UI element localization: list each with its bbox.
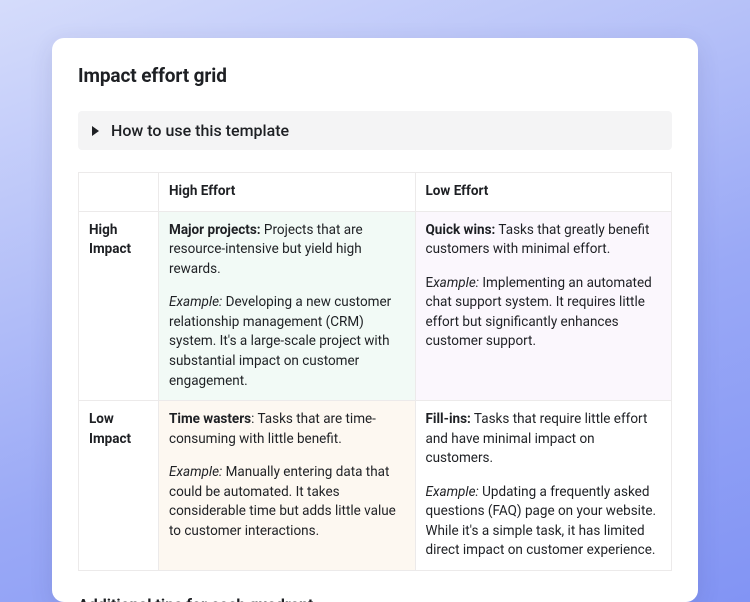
row-header-low-impact: Low Impact — [79, 401, 159, 571]
row-header-high-impact: High Impact — [79, 211, 159, 401]
triangle-right-icon — [92, 126, 99, 136]
cell-example-label: Example: — [426, 484, 479, 500]
cell-lead-bold: Major projects: — [169, 222, 261, 238]
document-card: Impact effort grid How to use this templ… — [52, 38, 698, 602]
grid-row-low-impact: Low Impact Time wasters: Tasks that are … — [79, 401, 672, 571]
cell-quick-wins: Quick wins: Tasks that greatly benefit c… — [415, 211, 672, 401]
impact-effort-grid: High Effort Low Effort High Impact Major… — [78, 172, 672, 571]
cell-lead-bold: Quick wins: — [426, 222, 496, 238]
toggle-label: How to use this template — [111, 121, 289, 140]
cell-example-label: xample: — [433, 275, 479, 291]
cell-fill-ins: Fill-ins: Tasks that require little effo… — [415, 401, 672, 571]
col-header-low-effort: Low Effort — [415, 173, 672, 212]
cell-major-projects: Major projects: Projects that are resour… — [159, 211, 416, 401]
how-to-use-toggle[interactable]: How to use this template — [78, 111, 672, 150]
page-title: Impact effort grid — [78, 64, 672, 87]
col-header-high-effort: High Effort — [159, 173, 416, 212]
grid-corner — [79, 173, 159, 212]
cell-lead-bold: Fill-ins: — [426, 411, 471, 427]
grid-row-high-impact: High Impact Major projects: Projects tha… — [79, 211, 672, 401]
cell-example-label: Example: — [169, 294, 222, 310]
cell-lead-bold: Time wasters — [169, 411, 251, 427]
cell-example-label: Example: — [169, 464, 222, 480]
tips-heading: Additional tips for each quadrant — [78, 595, 672, 602]
cell-time-wasters: Time wasters: Tasks that are time-consum… — [159, 401, 416, 571]
